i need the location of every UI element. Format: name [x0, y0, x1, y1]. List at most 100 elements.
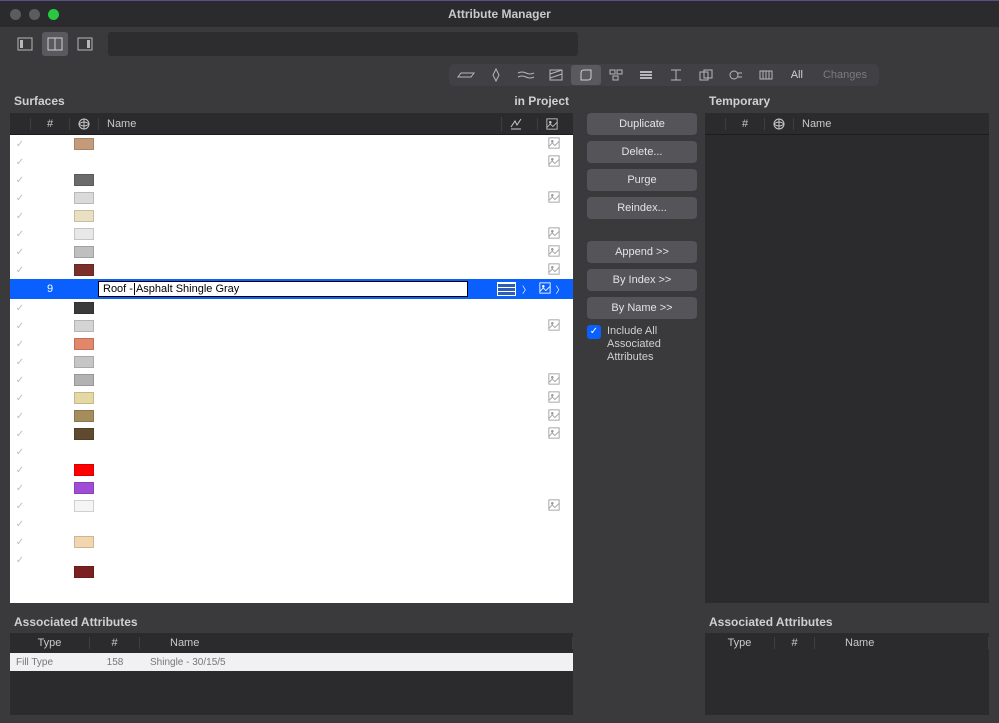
surface-row[interactable]: ✓ — [10, 135, 573, 153]
color-swatch — [74, 500, 94, 512]
col-number[interactable]: # — [30, 118, 70, 130]
row-check-icon: ✓ — [10, 229, 30, 240]
view-mode-1-button[interactable] — [12, 32, 38, 56]
col-texture-icon[interactable] — [537, 118, 565, 130]
window-title: Attribute Manager — [0, 7, 999, 21]
row-check-icon: ✓ — [10, 321, 30, 332]
row-check-icon: ✓ — [10, 555, 30, 566]
surface-row[interactable]: ✓ — [10, 261, 573, 279]
tab-pens-icon[interactable] — [481, 65, 511, 85]
surface-row[interactable]: ✓ — [10, 389, 573, 407]
col-scribble-icon[interactable] — [501, 117, 529, 131]
associated-row[interactable]: Fill Type 158 Shingle - 30/15/5 — [10, 653, 573, 671]
search-input[interactable] — [108, 32, 578, 56]
row-check-icon: ✓ — [10, 429, 30, 440]
assoc-col-num[interactable]: # — [90, 637, 140, 649]
temp-associated-header: Type # Name — [705, 633, 989, 653]
surface-row[interactable]: ✓ — [10, 371, 573, 389]
surface-row[interactable]: ✓ — [10, 425, 573, 443]
tab-profiles-icon[interactable] — [661, 65, 691, 85]
temp-assoc-col-name[interactable]: Name — [815, 637, 989, 649]
surface-row[interactable]: ✓ — [10, 497, 573, 515]
chevron-right-icon[interactable]: 〉 — [551, 283, 568, 296]
assoc-col-name[interactable]: Name — [140, 637, 573, 649]
tab-changes[interactable]: Changes — [813, 69, 877, 81]
surface-row[interactable]: ✓ — [10, 533, 573, 551]
surface-row[interactable]: ✓ — [10, 353, 573, 371]
surface-row[interactable]: ✓ — [10, 461, 573, 479]
color-swatch — [74, 410, 94, 422]
color-swatch — [74, 174, 94, 186]
view-mode-2-button[interactable] — [42, 32, 68, 56]
tab-composites-icon[interactable] — [631, 65, 661, 85]
surface-row[interactable]: ✓ — [10, 153, 573, 171]
tab-surfaces-icon[interactable] — [571, 65, 601, 85]
texture-icon — [548, 499, 560, 514]
surfaces-panel-header: Surfaces in Project — [10, 89, 573, 113]
tab-layers-icon[interactable] — [451, 65, 481, 85]
surface-row[interactable]: ✓ — [10, 207, 573, 225]
view-mode-3-button[interactable] — [72, 32, 98, 56]
name-edit-input[interactable]: Roof - Asphalt Shingle Gray — [98, 281, 468, 297]
col-name[interactable]: Name — [98, 118, 501, 130]
surface-row[interactable]: ✓ — [10, 335, 573, 353]
tab-all[interactable]: All — [781, 69, 813, 81]
surface-row[interactable]: ✓ — [10, 299, 573, 317]
tab-lines-icon[interactable] — [511, 65, 541, 85]
texture-icon — [548, 155, 560, 170]
row-check-icon: ✓ — [10, 157, 30, 168]
tab-fills-icon[interactable] — [541, 65, 571, 85]
surface-row[interactable] — [10, 569, 573, 575]
assoc-col-type[interactable]: Type — [10, 637, 90, 649]
texture-icon — [548, 373, 560, 388]
temporary-list[interactable] — [705, 135, 989, 603]
surface-row[interactable]: ✓ — [10, 171, 573, 189]
chevron-right-icon[interactable]: 〉 — [518, 283, 535, 296]
surface-row[interactable]: ✓ — [10, 189, 573, 207]
append-button[interactable]: Append >> — [587, 241, 697, 263]
by-name-button[interactable]: By Name >> — [587, 297, 697, 319]
surfaces-list[interactable]: ✓✓✓✓✓✓✓✓9Roof - Asphalt Shingle Gray〉〉✓✓… — [10, 135, 573, 603]
temp-col-name[interactable]: Name — [793, 118, 989, 130]
category-tab-group: All Changes — [449, 64, 879, 86]
temp-col-number[interactable]: # — [725, 118, 765, 130]
purge-button[interactable]: Purge — [587, 169, 697, 191]
row-check-icon: ✓ — [10, 375, 30, 386]
row-check-icon: ✓ — [10, 247, 30, 258]
surface-row[interactable]: ✓ — [10, 243, 573, 261]
tab-operation-profiles-icon[interactable] — [751, 65, 781, 85]
col-preview-icon[interactable] — [70, 117, 98, 131]
surface-row[interactable]: ✓ — [10, 443, 573, 461]
texture-icon — [548, 137, 560, 152]
reindex-button[interactable]: Reindex... — [587, 197, 697, 219]
color-swatch — [74, 138, 94, 150]
temp-col-preview-icon[interactable] — [765, 117, 793, 131]
include-all-checkbox[interactable]: ✓ — [587, 325, 601, 339]
by-index-button[interactable]: By Index >> — [587, 269, 697, 291]
delete-button[interactable]: Delete... — [587, 141, 697, 163]
tab-building-materials-icon[interactable] — [601, 65, 631, 85]
texture-icon — [548, 263, 560, 278]
surface-row[interactable]: ✓ — [10, 479, 573, 497]
texture-icon — [548, 409, 560, 424]
row-check-icon: ✓ — [10, 483, 30, 494]
tab-zone-categories-icon[interactable] — [691, 65, 721, 85]
titlebar: Attribute Manager — [0, 1, 999, 27]
surface-row[interactable]: ✓ — [10, 407, 573, 425]
surface-row-selected[interactable]: 9Roof - Asphalt Shingle Gray〉〉 — [10, 279, 573, 299]
associated-header: Type # Name — [10, 633, 573, 653]
temp-assoc-col-type[interactable]: Type — [705, 637, 775, 649]
duplicate-button[interactable]: Duplicate — [587, 113, 697, 135]
temp-assoc-col-num[interactable]: # — [775, 637, 815, 649]
surface-row[interactable]: ✓ — [10, 317, 573, 335]
surface-row[interactable]: ✓ — [10, 225, 573, 243]
row-check-icon: ✓ — [10, 211, 30, 222]
texture-icon[interactable] — [539, 282, 551, 297]
temp-associated-body[interactable] — [705, 653, 989, 715]
associated-body[interactable]: Fill Type 158 Shingle - 30/15/5 — [10, 653, 573, 715]
surface-row[interactable]: ✓ — [10, 515, 573, 533]
temporary-label: Temporary — [709, 94, 770, 108]
tab-mep-icon[interactable] — [721, 65, 751, 85]
temporary-panel-header: Temporary — [705, 89, 989, 113]
vectorial-hatch-icon[interactable] — [497, 282, 516, 296]
